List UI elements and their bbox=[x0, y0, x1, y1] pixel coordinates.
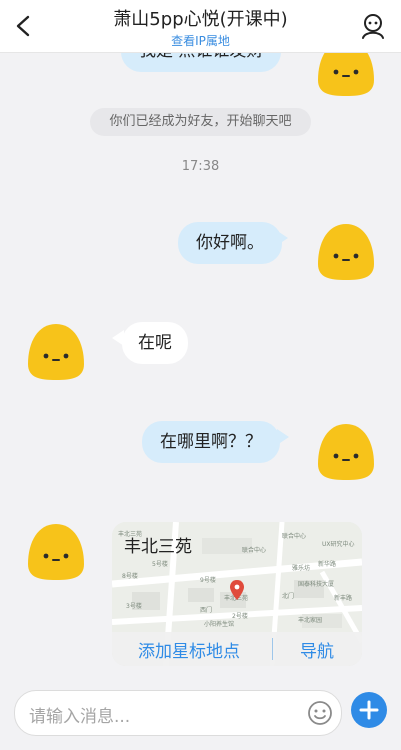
map-label: 新丰路 bbox=[334, 594, 352, 602]
location-name: 丰北三苑 bbox=[124, 537, 192, 557]
map-label: 5号楼 bbox=[152, 560, 168, 568]
message-bubble-outgoing[interactable]: 在哪里啊？？ bbox=[142, 421, 280, 463]
message-text: 在哪里啊？？ bbox=[160, 432, 262, 452]
map-label: 西门 bbox=[200, 606, 212, 614]
user-profile-icon bbox=[362, 14, 384, 39]
self-avatar[interactable] bbox=[314, 422, 378, 482]
message-input[interactable]: 请输入消息... bbox=[14, 690, 342, 736]
chevron-left-icon bbox=[16, 15, 30, 37]
map-label: UX研究中心 bbox=[322, 540, 355, 548]
chat-header: 萧山5pp心悦(开课中) 查看IP属地 bbox=[0, 0, 401, 53]
contact-avatar[interactable] bbox=[24, 522, 88, 582]
map-label: 丰北家园 bbox=[298, 616, 322, 624]
map-label: 8号楼 bbox=[122, 572, 138, 580]
chat-area[interactable]: 我是 点谁谁发财 你们已经成为好友，开始聊天吧 17:38 你好啊。 在呢 在哪… bbox=[0, 52, 401, 682]
system-message: 你们已经成为好友，开始聊天吧 bbox=[90, 108, 311, 136]
message-bubble-incoming[interactable]: 在呢 bbox=[122, 322, 188, 364]
map-label: 2号楼 bbox=[232, 612, 248, 620]
chat-title: 萧山5pp心悦(开课中) bbox=[113, 9, 288, 30]
navigate-button[interactable]: 导航 bbox=[300, 637, 334, 662]
map-label: 北门 bbox=[282, 592, 294, 600]
location-card[interactable]: 丰北三苑 联合中心 联合中心 UX研究中心 雅乐坊 国泰科技大厦 丰北三苑 西门… bbox=[112, 522, 362, 666]
map-label: 国泰科技大厦 bbox=[298, 580, 334, 588]
message-input-placeholder: 请输入消息... bbox=[29, 707, 131, 727]
add-button[interactable] bbox=[351, 692, 387, 728]
bubble-tail bbox=[276, 230, 288, 246]
map-label: 9号楼 bbox=[200, 576, 216, 584]
contact-avatar[interactable] bbox=[24, 322, 88, 382]
bubble-tail bbox=[277, 429, 289, 445]
plus-icon bbox=[359, 700, 379, 720]
add-favorite-place-button[interactable]: 添加星标地点 bbox=[138, 637, 240, 662]
map-label: 联合中心 bbox=[282, 532, 306, 540]
smiley-icon[interactable] bbox=[307, 700, 333, 726]
map-label: 小阳养生馆 bbox=[204, 620, 234, 628]
back-button[interactable] bbox=[10, 12, 38, 40]
message-text: 我是 点谁谁发财 bbox=[139, 52, 263, 61]
message-text: 你好啊。 bbox=[196, 233, 264, 253]
map-label: 新华路 bbox=[318, 560, 336, 568]
message-text: 在呢 bbox=[138, 333, 172, 353]
map-label: 联合中心 bbox=[242, 546, 266, 554]
message-bubble-outgoing[interactable]: 我是 点谁谁发财 bbox=[121, 52, 282, 72]
input-bar: 请输入消息... bbox=[0, 682, 401, 750]
map-label: 雅乐坊 bbox=[292, 564, 310, 572]
message-bubble-outgoing[interactable]: 你好啊。 bbox=[178, 222, 282, 264]
location-actions: 添加星标地点 导航 bbox=[112, 632, 362, 666]
self-avatar[interactable] bbox=[314, 222, 378, 282]
profile-button[interactable] bbox=[359, 12, 387, 40]
ip-location-link[interactable]: 查看IP属地 bbox=[60, 32, 341, 49]
map-label: 3号楼 bbox=[126, 602, 142, 610]
divider bbox=[272, 638, 273, 660]
self-avatar[interactable] bbox=[314, 52, 378, 98]
timestamp: 17:38 bbox=[181, 159, 220, 174]
